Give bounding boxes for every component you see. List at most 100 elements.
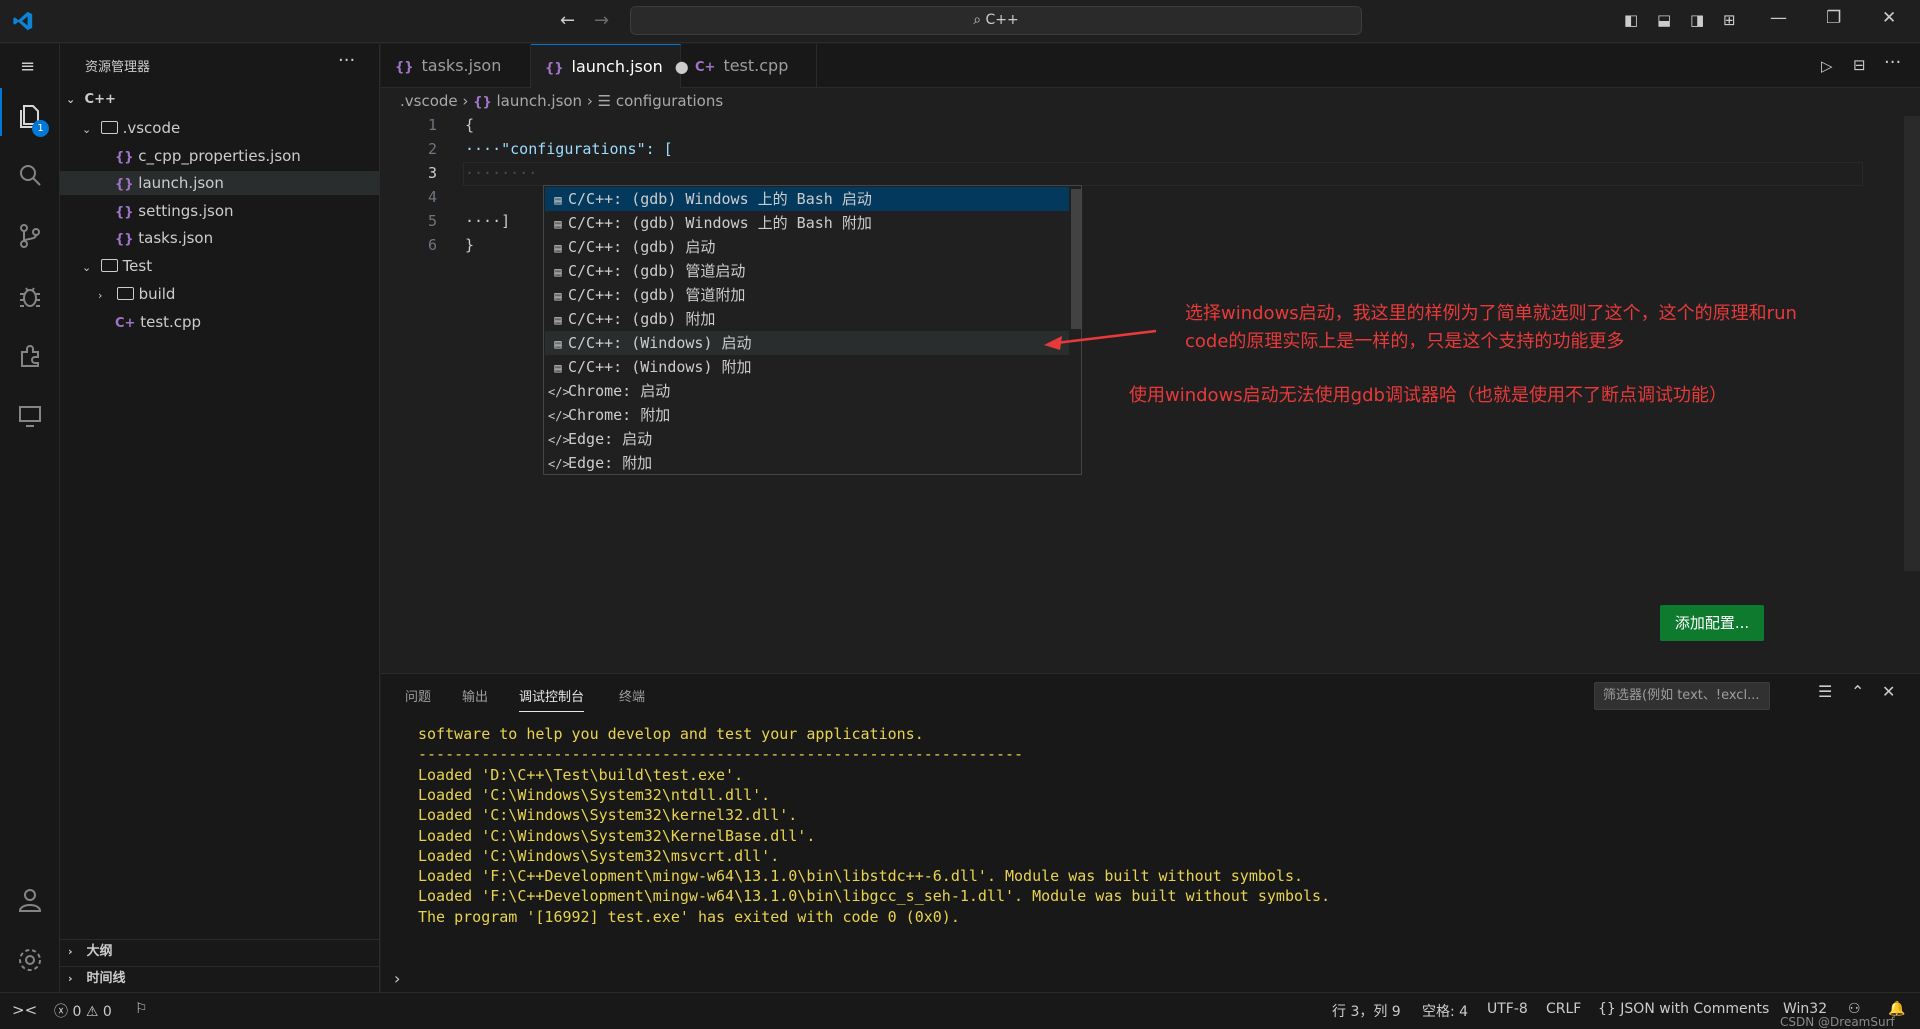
tree-file-settings-json[interactable]: {} settings.json — [60, 199, 379, 223]
sidebar-title: 资源管理器 — [85, 60, 151, 75]
suggestion-item[interactable]: ▤ C/C++: (gdb) 管道启动 — [545, 259, 1069, 283]
error-icon: ⓧ — [54, 1004, 68, 1020]
split-editor-icon[interactable]: ⊟ — [1853, 56, 1866, 74]
suggestion-label: C/C++: (gdb) Windows 上的 Bash 启动 — [568, 190, 872, 208]
tab-debug-console[interactable]: 调试控制台 — [519, 686, 585, 712]
account-icon[interactable] — [14, 884, 46, 916]
outline-section[interactable]: › 大纲 — [60, 939, 379, 963]
suggestion-scrollbar[interactable] — [1071, 189, 1081, 329]
source-control-icon[interactable] — [14, 220, 46, 252]
tree-root-folder[interactable]: ⌄ C++ — [60, 88, 379, 112]
tree-file-test-cpp[interactable]: C+ test.cpp — [60, 310, 379, 334]
json-file-icon: {} — [115, 177, 134, 192]
annotation-text-3: 使用windows启动无法使用gdb调试器哈（也就是使用不了断点调试功能） — [1129, 385, 1727, 406]
customize-layout-icon[interactable]: ⊞ — [1723, 11, 1736, 29]
suggestion-item[interactable]: ▤ C/C++: (Windows) 附加 — [545, 355, 1069, 379]
tab-test-cpp[interactable]: C+ test.cpp — [681, 44, 817, 88]
chevron-right-icon: › — [68, 945, 73, 958]
tab-tasks-json[interactable]: {} tasks.json — [381, 44, 531, 88]
breadcrumb-configurations[interactable]: configurations — [616, 92, 723, 110]
close-panel-icon[interactable]: ✕ — [1882, 682, 1895, 701]
suggestion-label: C/C++: (gdb) 管道启动 — [568, 262, 746, 280]
folder-icon — [100, 121, 118, 134]
json-file-icon: {} — [115, 150, 134, 165]
suggestion-item[interactable]: </>Chrome: 启动 — [545, 379, 1069, 403]
explorer-badge: 1 — [32, 120, 49, 137]
language-mode[interactable]: {} JSON with Comments — [1598, 1001, 1769, 1017]
chevron-down-icon: ⌄ — [82, 261, 92, 274]
extensions-icon[interactable] — [14, 340, 46, 372]
indentation-status[interactable]: 空格: 4 — [1422, 1001, 1468, 1021]
encoding-status[interactable]: UTF-8 — [1487, 1001, 1528, 1017]
suggestion-label: C/C++: (gdb) 启动 — [568, 238, 716, 256]
tab-output[interactable]: 输出 — [462, 686, 488, 705]
tree-file-launch-json[interactable]: {} launch.json — [60, 171, 379, 195]
more-actions-icon[interactable]: ··· — [338, 50, 355, 71]
restore-icon[interactable]: ❐ — [1826, 8, 1841, 28]
forward-arrow-icon[interactable]: → — [594, 10, 609, 31]
command-center-search[interactable]: ⌕ C++ — [630, 6, 1362, 35]
toggle-secondary-sidebar-icon[interactable]: ◨ — [1690, 11, 1704, 29]
menu-icon[interactable]: ≡ — [20, 56, 35, 77]
tree-folder-build[interactable]: › build — [60, 282, 379, 306]
tree-file-c-cpp-properties[interactable]: {} c_cpp_properties.json — [60, 144, 379, 168]
add-configuration-button[interactable]: 添加配置... — [1660, 605, 1764, 641]
tab-launch-json[interactable]: {} launch.json ● — [531, 44, 689, 88]
tree-file-tasks-json[interactable]: {} tasks.json — [60, 226, 379, 250]
suggestion-widget: ▤ C/C++: (gdb) Windows 上的 Bash 启动 ▤ C/C++: … — [543, 185, 1082, 475]
suggestion-item[interactable]: ▤ C/C++: (gdb) 启动 — [545, 235, 1069, 259]
suggestion-item[interactable]: </>Edge: 启动 — [545, 427, 1069, 451]
snippet-text-icon: ▤ — [554, 217, 562, 231]
tree-folder-test[interactable]: ⌄ Test — [60, 254, 379, 278]
console-filter-input[interactable]: 筛选器(例如 text、!excl... — [1594, 682, 1770, 710]
snippet-text-icon: ▤ — [554, 241, 562, 255]
search-icon[interactable] — [14, 160, 46, 192]
json-file-icon: {} — [115, 205, 134, 220]
toggle-panel-icon[interactable]: ⬓ — [1657, 11, 1671, 29]
minimize-icon[interactable]: — — [1770, 8, 1787, 28]
suggestion-item[interactable]: ▤ C/C++: (gdb) Windows 上的 Bash 启动 — [545, 187, 1069, 211]
console-prompt-chevron-icon[interactable]: › — [394, 969, 400, 988]
cpp-file-icon: C+ — [695, 60, 716, 75]
clear-console-icon[interactable]: ☰ — [1818, 682, 1832, 701]
warning-icon: ⚠ — [85, 1004, 99, 1020]
tab-problems[interactable]: 问题 — [405, 686, 431, 705]
settings-gear-icon[interactable] — [14, 944, 46, 976]
suggestion-item[interactable]: ▤ C/C++: (gdb) 管道附加 — [545, 283, 1069, 307]
status-bar: >< ⓧ 0 ⚠ 0 ⚐ 行 3，列 9 空格: 4 UTF-8 CRLF {}… — [0, 992, 1920, 1029]
console-line: The program '[16992] test.exe' has exite… — [418, 907, 960, 926]
suggestion-item[interactable]: ▤ C/C++: (gdb) Windows 上的 Bash 附加 — [545, 211, 1069, 235]
maximize-panel-icon[interactable]: ⌃ — [1851, 682, 1864, 701]
remote-indicator-icon[interactable]: >< — [12, 1001, 37, 1019]
active-indicator — [0, 88, 2, 136]
back-arrow-icon[interactable]: ← — [560, 10, 575, 31]
debug-launch-icon[interactable]: ⚐ — [135, 1001, 148, 1017]
tree-folder-vscode[interactable]: ⌄ .vscode — [60, 116, 379, 140]
tab-terminal[interactable]: 终端 — [619, 686, 645, 705]
problems-status[interactable]: ⓧ 0 ⚠ 0 — [54, 1001, 112, 1021]
eol-status[interactable]: CRLF — [1546, 1001, 1581, 1017]
suggestion-label: Edge: 附加 — [568, 454, 653, 472]
toggle-primary-sidebar-icon[interactable]: ◧ — [1624, 11, 1638, 29]
snippet-code-icon: </> — [548, 409, 570, 423]
suggestion-item[interactable]: </>Chrome: 附加 — [545, 403, 1069, 427]
suggestion-item[interactable]: ▤ C/C++: (Windows) 启动 — [545, 331, 1069, 355]
run-debug-icon[interactable] — [14, 280, 46, 312]
breadcrumb-launch-json[interactable]: launch.json — [497, 92, 583, 110]
remote-explorer-icon[interactable] — [14, 400, 46, 432]
editor-scrollbar[interactable] — [1904, 116, 1920, 571]
suggestion-label: C/C++: (gdb) 管道附加 — [568, 286, 746, 304]
snippet-text-icon: ▤ — [554, 193, 562, 207]
suggestion-item[interactable]: ▤ C/C++: (gdb) 附加 — [545, 307, 1069, 331]
breadcrumb-vscode[interactable]: .vscode — [400, 92, 458, 110]
snippet-text-icon: ▤ — [554, 361, 562, 375]
snippet-text-icon: ▤ — [554, 265, 562, 279]
cursor-position[interactable]: 行 3，列 9 — [1332, 1001, 1401, 1021]
annotation-arrow-icon — [1044, 329, 1157, 350]
more-actions-icon[interactable]: ··· — [1884, 52, 1901, 73]
chevron-right-icon: › — [462, 92, 474, 110]
run-icon[interactable]: ▷ — [1821, 57, 1833, 75]
close-icon[interactable]: ✕ — [1882, 8, 1896, 28]
timeline-section[interactable]: › 时间线 — [60, 966, 379, 990]
suggestion-item[interactable]: </>Edge: 附加 — [545, 451, 1069, 475]
